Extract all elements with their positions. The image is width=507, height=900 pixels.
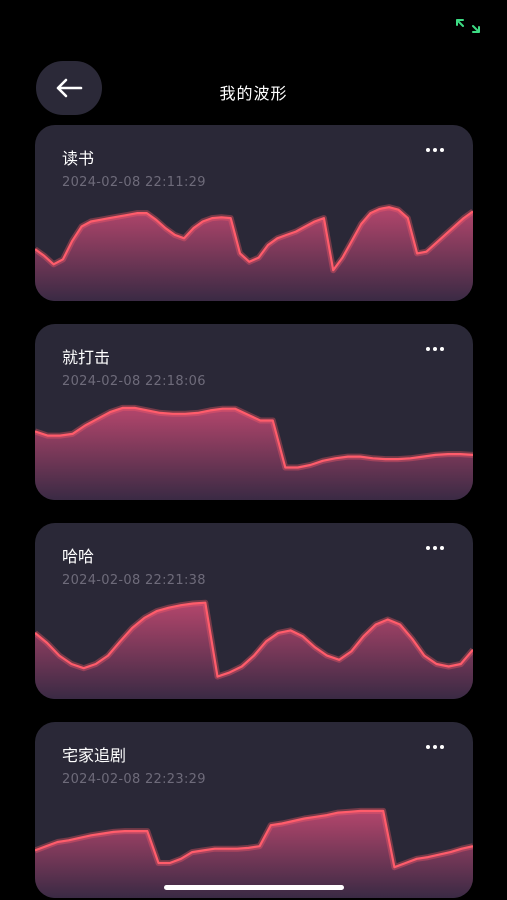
waveform-card[interactable]: 读书 2024-02-08 22:11:29 [35,125,473,301]
screen: 我的波形 读书 2024-02-08 22:11:29 就打击 2024-02-… [0,0,507,900]
expand-arrows-icon [456,19,480,33]
waveform-area [35,407,473,500]
waveform-graph [35,204,473,301]
waveform-graph [35,404,473,500]
waveform-card[interactable]: 哈哈 2024-02-08 22:21:38 [35,523,473,699]
page-title: 我的波形 [219,84,288,103]
waveform-graph [35,599,473,699]
waveform-card[interactable]: 宅家追剧 2024-02-08 22:23:29 [35,722,473,898]
home-indicator[interactable] [164,885,344,890]
waveform-card[interactable]: 就打击 2024-02-08 22:18:06 [35,324,473,500]
waveform-area [35,602,473,699]
waveform-graph [35,807,473,898]
